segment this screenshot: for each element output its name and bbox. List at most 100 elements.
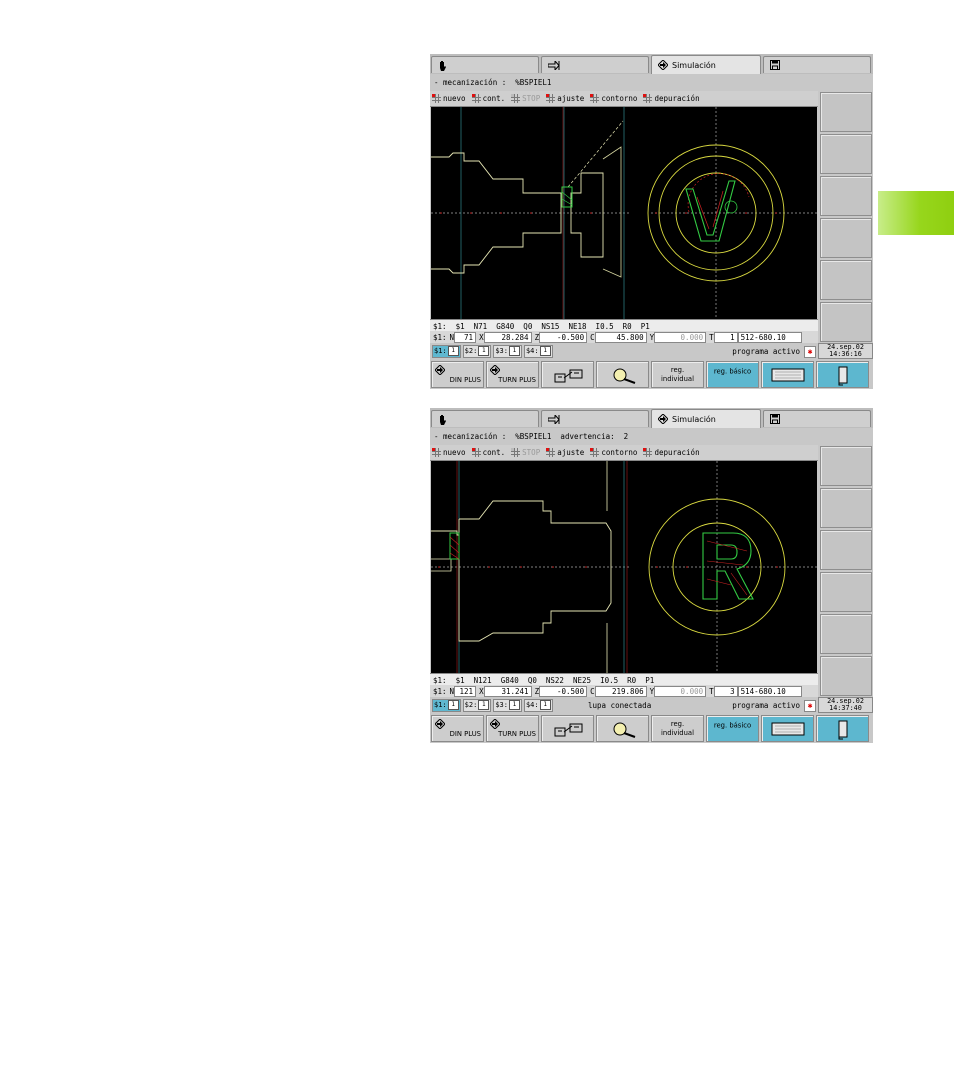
tab-organization[interactable]	[763, 56, 871, 73]
din-plus-button[interactable]: DIN PLUS	[431, 361, 484, 388]
zoom-status: lupa conectada	[588, 701, 652, 710]
channel-icon: 1	[539, 346, 551, 356]
tab-simulation[interactable]: Simulación	[651, 409, 761, 428]
softkey-5[interactable]	[820, 260, 872, 300]
workpiece-view-button[interactable]	[761, 715, 814, 742]
x-position: 28.284	[483, 331, 532, 343]
grid-icon	[432, 448, 441, 457]
channel-3-selector[interactable]: $3: 1	[493, 698, 522, 712]
mode-tabs: Simulación	[430, 54, 873, 75]
simulation-toolbar: nuevo cont. STOP ajuste contorno depurac…	[430, 445, 818, 461]
channel-3-selector[interactable]: $3: 1	[493, 344, 522, 358]
continue-button[interactable]: cont.	[471, 448, 505, 457]
softkey-1[interactable]	[820, 92, 872, 132]
turn-plus-button[interactable]: TURN PLUS	[486, 361, 539, 388]
tab-manual[interactable]	[431, 410, 539, 427]
block-number: 121	[454, 685, 477, 697]
simulation-icon	[435, 365, 445, 375]
softkey-5[interactable]	[820, 614, 872, 654]
softkey-2[interactable]	[820, 134, 872, 174]
zoom-button[interactable]	[596, 715, 649, 742]
new-button[interactable]: nuevo	[432, 94, 466, 103]
tab-program-run[interactable]	[541, 410, 649, 427]
basic-block-button[interactable]: reg. básico	[706, 361, 759, 388]
tab-organization[interactable]	[763, 410, 871, 427]
position-display: $1: N 121 X 31.241 Z -0.500 C 219.806 Y 0.00…	[430, 685, 818, 697]
tool-measure-icon	[554, 723, 583, 737]
channel-2-selector[interactable]: $2: 1	[462, 344, 492, 358]
simulation-icon	[490, 719, 500, 729]
workpiece-icon	[771, 368, 805, 382]
channel-4-selector[interactable]: $4: 1	[523, 698, 553, 712]
channel-4-selector[interactable]: $4: 1	[523, 344, 553, 358]
softkey-6[interactable]	[820, 302, 872, 342]
tab-manual[interactable]	[431, 56, 539, 73]
tool-view-button[interactable]	[816, 361, 869, 388]
debug-button[interactable]: depuración	[643, 94, 700, 103]
workpiece-icon	[771, 722, 805, 736]
single-block-button[interactable]: reg. individual	[651, 715, 704, 742]
tab-simulation[interactable]: Simulación	[651, 55, 761, 74]
simulation-icon	[658, 414, 668, 424]
softkey-3[interactable]	[820, 176, 872, 216]
function-keys: DIN PLUS TURN PLUS reg. individual reg. …	[430, 715, 873, 743]
din-plus-button[interactable]: DIN PLUS	[431, 715, 484, 742]
alarm-icon[interactable]: ✱	[804, 346, 816, 358]
grid-icon	[511, 94, 521, 103]
softkey-3[interactable]	[820, 530, 872, 570]
tab-program-run[interactable]	[541, 56, 649, 73]
grid-icon	[471, 448, 481, 457]
softkey-4[interactable]	[820, 572, 872, 612]
block-number: 71	[454, 331, 477, 343]
fit-button[interactable]: ajuste	[546, 94, 584, 103]
basic-block-button[interactable]: reg. básico	[706, 715, 759, 742]
engraving-v	[685, 180, 736, 242]
stop-button[interactable]: STOP	[511, 448, 540, 457]
grid-icon	[546, 94, 556, 103]
grid-icon	[643, 94, 653, 103]
alarm-icon[interactable]: ✱	[804, 700, 816, 712]
simulation-screen-2: Simulación - mecanización : %BSPIEL1 adv…	[430, 408, 873, 743]
softkey-2[interactable]	[820, 488, 872, 528]
single-block-button[interactable]: reg. individual	[651, 361, 704, 388]
channel-2-selector[interactable]: $2: 1	[462, 698, 492, 712]
stop-button[interactable]: STOP	[511, 94, 540, 103]
date-time: 24.sep.02 14:37:40	[818, 697, 873, 713]
contour-button[interactable]: contorno	[590, 94, 637, 103]
program-status: programa activo	[732, 347, 800, 356]
c-position: 45.800	[594, 331, 647, 343]
softkey-6[interactable]	[820, 656, 872, 696]
grid-icon	[590, 94, 600, 103]
workpiece-view-button[interactable]	[761, 361, 814, 388]
tool-measure-button[interactable]	[541, 715, 594, 742]
softkey-4[interactable]	[820, 218, 872, 258]
simulation-canvas[interactable]	[431, 461, 817, 673]
channel-icon: 1	[478, 700, 490, 710]
turn-plus-button[interactable]: TURN PLUS	[486, 715, 539, 742]
new-button[interactable]: nuevo	[432, 448, 466, 457]
channel-1-selector[interactable]: $1: 1	[432, 344, 461, 358]
grid-icon	[590, 448, 600, 457]
hand-icon	[440, 414, 446, 425]
continue-button[interactable]: cont.	[471, 94, 505, 103]
chapter-side-tab	[878, 191, 954, 235]
magnifier-icon	[613, 368, 636, 384]
workpiece-contour	[431, 500, 612, 642]
simulation-canvas[interactable]	[431, 107, 817, 319]
debug-button[interactable]: depuración	[643, 448, 700, 457]
program-status: programa activo	[732, 701, 800, 710]
tool-number: 3	[713, 685, 738, 697]
softkey-1[interactable]	[820, 446, 872, 486]
arrow-into-icon	[548, 60, 560, 70]
fit-button[interactable]: ajuste	[546, 448, 584, 457]
contour-button[interactable]: contorno	[590, 448, 637, 457]
date-time: 24.sep.02 14:36:16	[818, 343, 873, 359]
tool-measure-button[interactable]	[541, 361, 594, 388]
zoom-button[interactable]	[596, 361, 649, 388]
tool-view-button[interactable]	[816, 715, 869, 742]
channel-1-selector[interactable]: $1: 1	[432, 698, 461, 712]
tab-simulation-label: Simulación	[672, 414, 716, 424]
tool-id: 512-680.10	[737, 331, 802, 343]
vertical-softkeys	[818, 91, 873, 343]
channel-icon: 1	[508, 700, 520, 710]
